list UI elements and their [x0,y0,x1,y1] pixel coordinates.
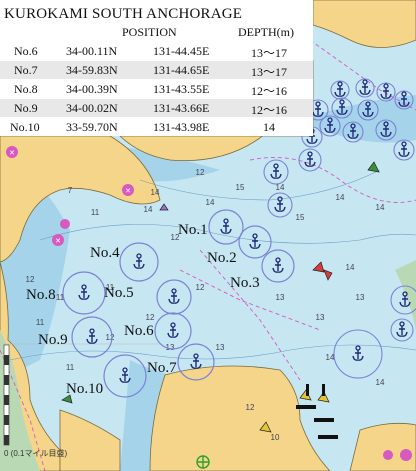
table-row: No.7 34-59.83N 131-44.65E 13～17 [0,61,313,79]
label-no4: No.4 [90,245,120,261]
anchorage-no2[interactable] [238,225,272,259]
table-row: No.8 34-00.39N 131-43.55E 12～16 [14,82,288,98]
anchorage-no7[interactable] [177,343,215,381]
label-no2: No.2 [207,250,237,266]
anchor-icon [119,367,131,383]
anchorage-no1[interactable] [208,209,244,245]
table-row: No.6 34-00.11N 131-44.45E 13～17 [14,44,288,60]
label-no5: No.5 [104,285,134,301]
anchor-icon [249,233,261,249]
anchor-icon [272,257,284,273]
nautical-chart[interactable]: ✕ ✕ ✕ 14 11 12 12 11 11 12 12 13 13 13 13 11 11 12 1… [0,0,416,471]
anchor-icon [190,353,202,369]
header-position: POSITION [122,25,177,39]
label-no8: No.8 [26,287,56,303]
anchor-icon [220,218,232,234]
anchorage-no9[interactable] [71,316,113,358]
anchorage-no10[interactable] [103,354,147,398]
label-no7: No.7 [147,360,177,376]
anchor-icon [133,253,145,269]
label-no1: No.1 [178,222,208,238]
anchorage-no4[interactable] [119,242,159,282]
anchor-icon [167,322,179,338]
anchor-icon [86,328,98,344]
label-no10: No.10 [66,381,104,397]
anchor-icon [168,288,180,304]
anchorage-no5[interactable] [156,279,192,315]
anchorage-no6[interactable] [154,312,192,350]
label-no9: No.9 [38,332,68,348]
table-title: KUROKAMI SOUTH ANCHORAGE [4,6,243,22]
table-row: No.10 33-59.70N 131-43.98E 14 [10,120,275,134]
header-depth: DEPTH(m) [238,25,294,39]
anchorage-position-table: KUROKAMI SOUTH ANCHORAGE POSITION DEPTH(… [0,0,313,136]
label-no3: No.3 [230,275,260,291]
anchorage-no3[interactable] [261,249,295,283]
anchor-icon [78,284,90,300]
scale-label: 0 (0.1マイル目盛) [4,449,68,458]
table-row: No.9 34-00.02N 131-43.66E 12～16 [0,99,313,117]
label-no6: No.6 [124,323,154,339]
anchorage-no8[interactable] [62,271,106,315]
